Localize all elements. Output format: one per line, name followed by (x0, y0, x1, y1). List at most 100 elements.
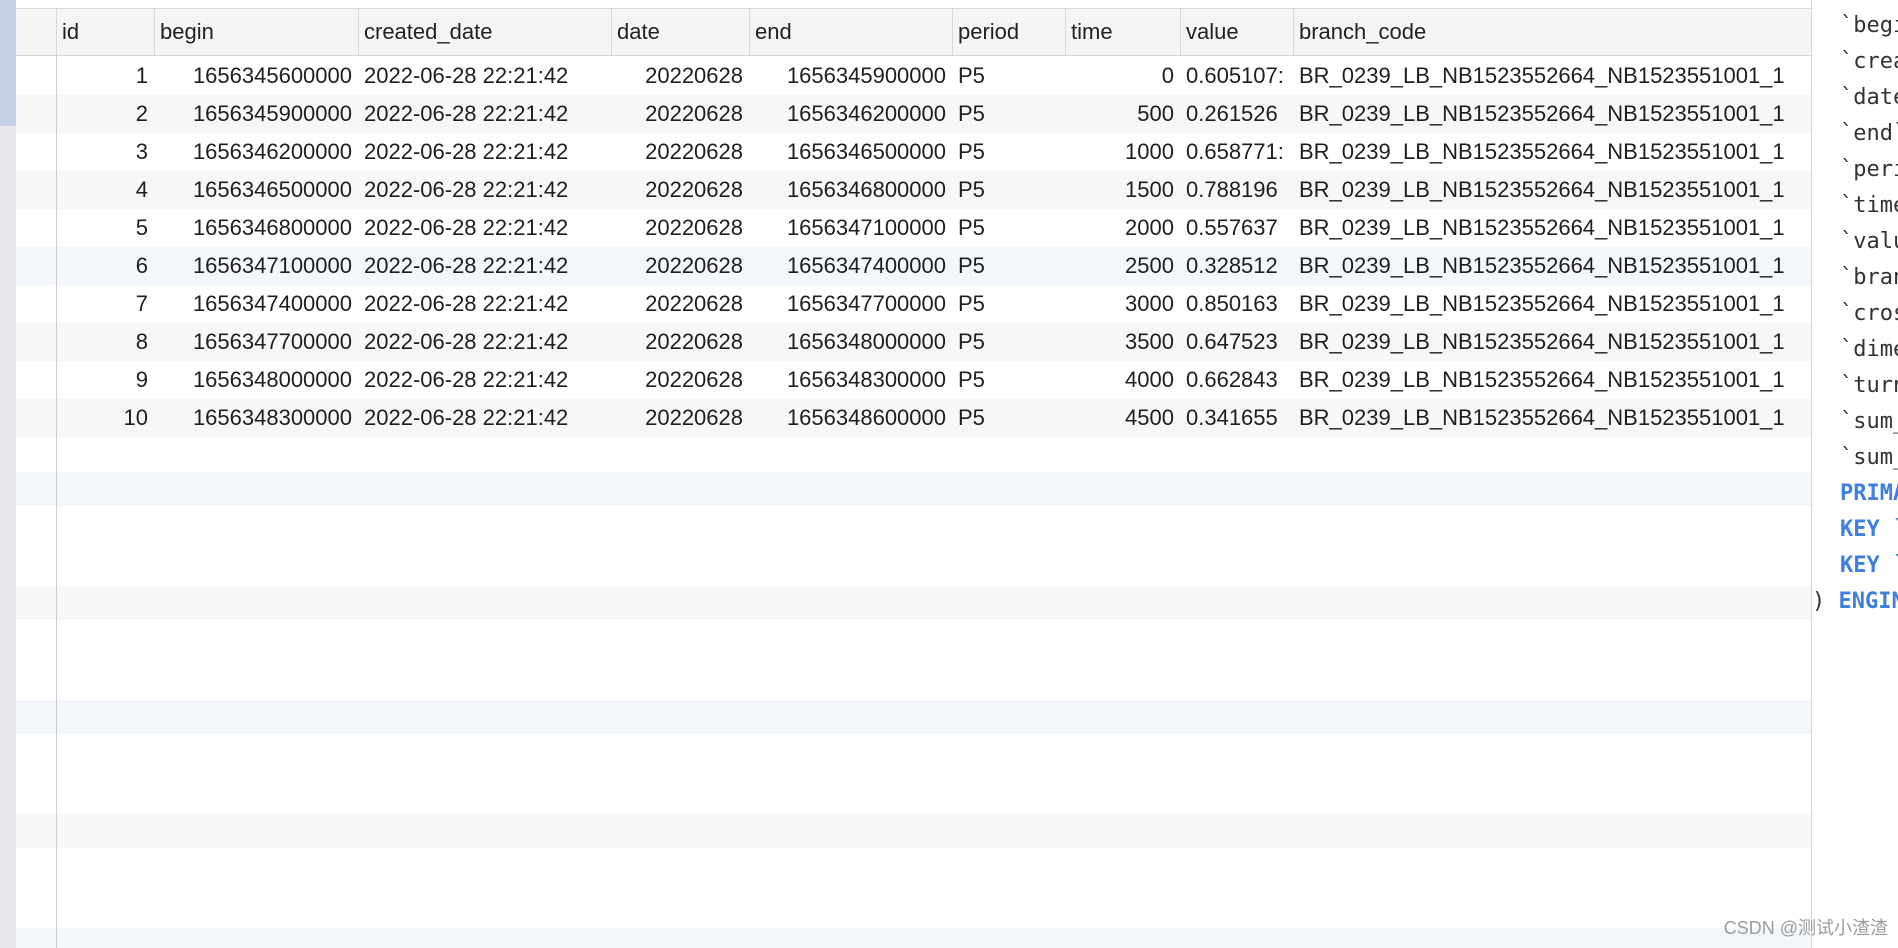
table-row[interactable]: 1 1656345600000 2022-06-28 22:21:42 2022062… (16, 57, 1811, 95)
cell-end[interactable]: 1656346200000 (749, 95, 952, 133)
cell-date[interactable]: 20220628 (611, 285, 749, 323)
cell-date[interactable]: 20220628 (611, 247, 749, 285)
cell-id[interactable]: 10 (56, 399, 154, 437)
cell-end[interactable]: 1656345900000 (749, 57, 952, 95)
column-header-period[interactable]: period (952, 9, 1065, 55)
cell-branch-code[interactable]: BR_0239_LB_NB1523552664_NB1523551001_1 (1293, 399, 1811, 437)
cell-id[interactable]: 5 (56, 209, 154, 247)
cell-value[interactable]: 0.341655 (1180, 399, 1293, 437)
table-row[interactable]: 3 1656346200000 2022-06-28 22:21:42 2022062… (16, 133, 1811, 171)
cell-branch-code[interactable]: BR_0239_LB_NB1523552664_NB1523551001_1 (1293, 171, 1811, 209)
column-header-date[interactable]: date (611, 9, 749, 55)
cell-id[interactable]: 1 (56, 57, 154, 95)
cell-date[interactable]: 20220628 (611, 171, 749, 209)
table-row[interactable]: 8 1656347700000 2022-06-28 22:21:42 2022062… (16, 323, 1811, 361)
cell-created-date[interactable]: 2022-06-28 22:21:42 (358, 285, 611, 323)
cell-created-date[interactable]: 2022-06-28 22:21:42 (358, 323, 611, 361)
cell-end[interactable]: 1656346500000 (749, 133, 952, 171)
cell-value[interactable]: 0.662843 (1180, 361, 1293, 399)
column-header-branch-code[interactable]: branch_code (1293, 9, 1811, 55)
cell-value[interactable]: 0.557637 (1180, 209, 1293, 247)
cell-period[interactable]: P5 (952, 285, 1065, 323)
table-row[interactable]: 2 1656345900000 2022-06-28 22:21:42 2022062… (16, 95, 1811, 133)
cell-created-date[interactable]: 2022-06-28 22:21:42 (358, 57, 611, 95)
cell-begin[interactable]: 1656348300000 (154, 399, 358, 437)
cell-branch-code[interactable]: BR_0239_LB_NB1523552664_NB1523551001_1 (1293, 361, 1811, 399)
cell-value[interactable]: 0.647523 (1180, 323, 1293, 361)
cell-period[interactable]: P5 (952, 247, 1065, 285)
cell-branch-code[interactable]: BR_0239_LB_NB1523552664_NB1523551001_1 (1293, 133, 1811, 171)
cell-end[interactable]: 1656348000000 (749, 323, 952, 361)
cell-value[interactable]: 0.328512 (1180, 247, 1293, 285)
column-header-time[interactable]: time (1065, 9, 1180, 55)
cell-time[interactable]: 2000 (1065, 209, 1180, 247)
cell-time[interactable]: 3500 (1065, 323, 1180, 361)
cell-time[interactable]: 2500 (1065, 247, 1180, 285)
cell-time[interactable]: 0 (1065, 57, 1180, 95)
cell-date[interactable]: 20220628 (611, 95, 749, 133)
table-row[interactable]: 6 1656347100000 2022-06-28 22:21:42 2022062… (16, 247, 1811, 285)
cell-value[interactable]: 0.850163 (1180, 285, 1293, 323)
cell-date[interactable]: 20220628 (611, 323, 749, 361)
cell-period[interactable]: P5 (952, 95, 1065, 133)
cell-time[interactable]: 500 (1065, 95, 1180, 133)
cell-branch-code[interactable]: BR_0239_LB_NB1523552664_NB1523551001_1 (1293, 323, 1811, 361)
cell-created-date[interactable]: 2022-06-28 22:21:42 (358, 171, 611, 209)
cell-created-date[interactable]: 2022-06-28 22:21:42 (358, 95, 611, 133)
cell-begin[interactable]: 1656346800000 (154, 209, 358, 247)
cell-created-date[interactable]: 2022-06-28 22:21:42 (358, 133, 611, 171)
cell-begin[interactable]: 1656345900000 (154, 95, 358, 133)
cell-created-date[interactable]: 2022-06-28 22:21:42 (358, 209, 611, 247)
cell-created-date[interactable]: 2022-06-28 22:21:42 (358, 247, 611, 285)
column-header-value[interactable]: value (1180, 9, 1293, 55)
cell-end[interactable]: 1656346800000 (749, 171, 952, 209)
cell-id[interactable]: 6 (56, 247, 154, 285)
cell-branch-code[interactable]: BR_0239_LB_NB1523552664_NB1523551001_1 (1293, 57, 1811, 95)
cell-branch-code[interactable]: BR_0239_LB_NB1523552664_NB1523551001_1 (1293, 95, 1811, 133)
cell-id[interactable]: 3 (56, 133, 154, 171)
cell-id[interactable]: 2 (56, 95, 154, 133)
cell-begin[interactable]: 1656348000000 (154, 361, 358, 399)
cell-created-date[interactable]: 2022-06-28 22:21:42 (358, 361, 611, 399)
cell-date[interactable]: 20220628 (611, 209, 749, 247)
cell-period[interactable]: P5 (952, 323, 1065, 361)
column-header-begin[interactable]: begin (154, 9, 358, 55)
cell-created-date[interactable]: 2022-06-28 22:21:42 (358, 399, 611, 437)
cell-end[interactable]: 1656348300000 (749, 361, 952, 399)
cell-end[interactable]: 1656348600000 (749, 399, 952, 437)
cell-time[interactable]: 3000 (1065, 285, 1180, 323)
column-header-created-date[interactable]: created_date (358, 9, 611, 55)
cell-date[interactable]: 20220628 (611, 57, 749, 95)
cell-period[interactable]: P5 (952, 133, 1065, 171)
cell-end[interactable]: 1656347100000 (749, 209, 952, 247)
cell-period[interactable]: P5 (952, 361, 1065, 399)
cell-branch-code[interactable]: BR_0239_LB_NB1523552664_NB1523551001_1 (1293, 247, 1811, 285)
column-header-end[interactable]: end (749, 9, 952, 55)
cell-period[interactable]: P5 (952, 399, 1065, 437)
cell-id[interactable]: 7 (56, 285, 154, 323)
cell-value[interactable]: 0.788196 (1180, 171, 1293, 209)
result-grid[interactable]: id begin created_date date end period ti… (16, 0, 1812, 948)
cell-period[interactable]: P5 (952, 171, 1065, 209)
column-header-id[interactable]: id (56, 9, 154, 55)
cell-time[interactable]: 4500 (1065, 399, 1180, 437)
table-row[interactable]: 10 1656348300000 2022-06-28 22:21:42 202206… (16, 399, 1811, 437)
cell-begin[interactable]: 1656346200000 (154, 133, 358, 171)
cell-begin[interactable]: 1656345600000 (154, 57, 358, 95)
cell-value[interactable]: 0.261526 (1180, 95, 1293, 133)
cell-time[interactable]: 1500 (1065, 171, 1180, 209)
cell-end[interactable]: 1656347700000 (749, 285, 952, 323)
table-row[interactable]: 9 1656348000000 2022-06-28 22:21:42 2022062… (16, 361, 1811, 399)
cell-begin[interactable]: 1656346500000 (154, 171, 358, 209)
cell-date[interactable]: 20220628 (611, 133, 749, 171)
cell-value[interactable]: 0.658771: (1180, 133, 1293, 171)
cell-id[interactable]: 4 (56, 171, 154, 209)
cell-time[interactable]: 1000 (1065, 133, 1180, 171)
cell-id[interactable]: 9 (56, 361, 154, 399)
cell-id[interactable]: 8 (56, 323, 154, 361)
cell-branch-code[interactable]: BR_0239_LB_NB1523552664_NB1523551001_1 (1293, 209, 1811, 247)
cell-branch-code[interactable]: BR_0239_LB_NB1523552664_NB1523551001_1 (1293, 285, 1811, 323)
cell-begin[interactable]: 1656347400000 (154, 285, 358, 323)
cell-begin[interactable]: 1656347700000 (154, 323, 358, 361)
table-row[interactable]: 4 1656346500000 2022-06-28 22:21:42 2022062… (16, 171, 1811, 209)
